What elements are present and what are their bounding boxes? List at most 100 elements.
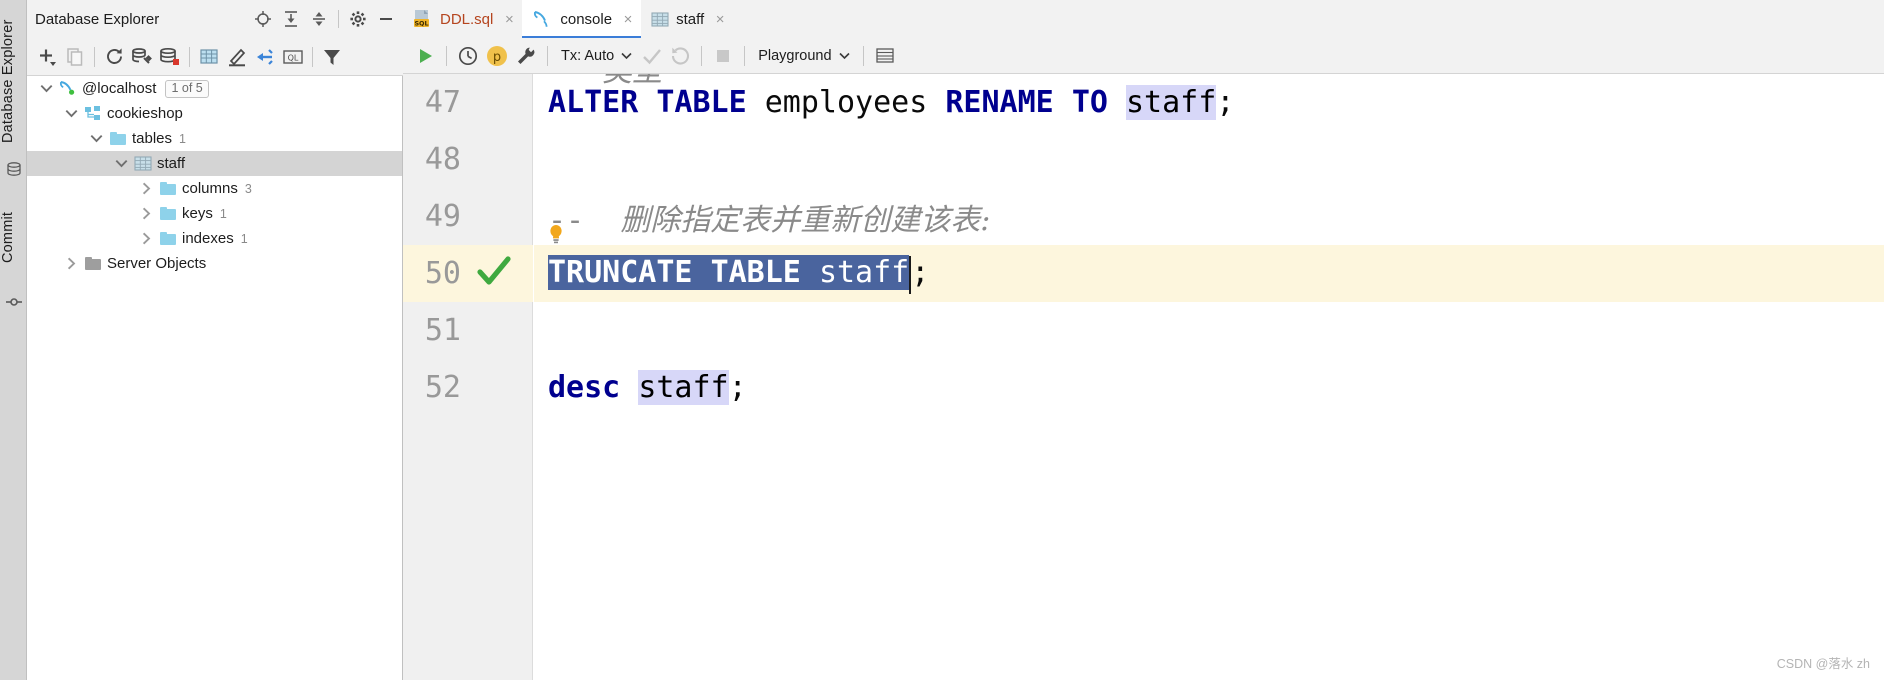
schema-selector-dropdown[interactable]: Playground (752, 48, 855, 64)
green-check-icon[interactable] (477, 256, 511, 291)
tree-twisty[interactable] (60, 101, 82, 126)
gutter-line-52[interactable]: 52 (403, 359, 533, 416)
code-line-50[interactable]: TRUNCATE TABLE staff; (534, 245, 1884, 302)
execute-icon[interactable] (411, 42, 439, 70)
chevron-right-icon[interactable] (67, 257, 76, 270)
copy-icon[interactable] (61, 43, 89, 71)
code-line-52[interactable]: desc staff; (534, 359, 1884, 416)
left-tool-strip: Database Explorer Commit (0, 0, 27, 680)
wrench-icon[interactable] (512, 42, 540, 70)
tree-twisty[interactable] (35, 76, 57, 101)
tree-node-keys[interactable]: keys 1 (27, 201, 402, 226)
tree-node-icon (57, 76, 79, 101)
code-token: ALTER (548, 85, 639, 120)
database-icon[interactable] (5, 160, 22, 177)
code-editor[interactable]: ALTER TABLE employees RENAME TO staff; --… (534, 74, 1884, 680)
code-line-51[interactable] (534, 302, 1884, 359)
code-token: ; (728, 370, 747, 405)
tree-node-localhost[interactable]: @localhost 1 of 5 (27, 76, 402, 101)
selected-text[interactable]: TRUNCATE TABLE staff (548, 255, 910, 290)
tree-twisty[interactable] (135, 201, 157, 226)
sql-file-icon: SQL (413, 9, 433, 29)
tree-node-cookieshop[interactable]: cookieshop (27, 101, 402, 126)
crosshair-locate-icon[interactable] (250, 6, 276, 32)
gutter-line-49[interactable]: 49 (403, 188, 533, 245)
edit-icon[interactable] (223, 43, 251, 71)
gutter-line-48[interactable]: 48 (403, 131, 533, 188)
tree-node-count: 1 (179, 131, 186, 146)
divider (701, 45, 703, 66)
close-icon[interactable]: × (713, 12, 727, 27)
folder-icon (160, 207, 176, 220)
code-token: 删除指定表并重新创建该表: (620, 202, 991, 238)
ql-console-icon[interactable]: QL (279, 43, 307, 71)
code-line-49[interactable]: -- 删除指定表并重新创建该表: (534, 188, 1884, 245)
panel-header-actions (250, 0, 399, 38)
stop-icon[interactable] (709, 42, 737, 70)
refresh-icon[interactable] (100, 43, 128, 71)
chevron-right-icon[interactable] (142, 182, 151, 195)
jump-to-code-icon[interactable] (251, 43, 279, 71)
filter-icon[interactable] (318, 43, 346, 71)
gutter-line-51[interactable]: 51 (403, 302, 533, 359)
tree-node-indexes[interactable]: indexes 1 (27, 226, 402, 251)
tree-twisty[interactable] (110, 151, 132, 176)
tx-mode-dropdown[interactable]: Tx: Auto (555, 48, 638, 64)
commit-check-icon[interactable] (638, 42, 666, 70)
table-editor-icon[interactable] (195, 43, 223, 71)
history-icon[interactable] (454, 42, 482, 70)
close-icon[interactable]: × (502, 12, 516, 27)
data-source-properties-icon[interactable] (128, 43, 156, 71)
tree-twisty[interactable] (135, 176, 157, 201)
code-line-48[interactable] (534, 131, 1884, 188)
app-window: Database Explorer Commit Database Explor… (0, 0, 1884, 680)
minimize-icon[interactable] (373, 6, 399, 32)
tree-node-staff[interactable]: staff (27, 151, 402, 176)
chevron-down-icon[interactable] (40, 84, 53, 93)
chevron-down-icon (621, 48, 632, 64)
editor-area: SQL DDL.sql × console × staff × p Tx: Auto (403, 0, 1884, 680)
strip-label-database-explorer[interactable]: Database Explorer (0, 6, 27, 156)
add-icon[interactable] (33, 43, 61, 71)
commit-node-icon[interactable] (5, 293, 22, 310)
database-explorer-panel: Database Explorer QL @localhost 1 of 5 c… (27, 0, 403, 680)
chevron-down-icon[interactable] (65, 109, 78, 118)
tree-twisty[interactable] (60, 251, 82, 276)
profile-icon[interactable]: p (482, 42, 512, 70)
chevron-right-icon[interactable] (142, 207, 151, 220)
code-token: TABLE (656, 85, 747, 120)
tree-node-server-objects[interactable]: Server Objects (27, 251, 402, 276)
tree-twisty[interactable] (135, 226, 157, 251)
tree-node-columns[interactable]: columns 3 (27, 176, 402, 201)
editor-tab-ddl-sql[interactable]: SQL DDL.sql × (403, 0, 522, 38)
svg-text:SQL: SQL (414, 20, 428, 28)
strip-label-commit[interactable]: Commit (0, 182, 27, 292)
rollback-icon[interactable] (666, 42, 694, 70)
database-tree[interactable]: @localhost 1 of 5 cookieshop tables 1 staff co… (27, 76, 402, 680)
collapse-all-icon[interactable] (306, 6, 332, 32)
table-icon (651, 11, 669, 27)
panel-title: Database Explorer (35, 10, 160, 28)
modify-datasource-icon[interactable] (156, 43, 184, 71)
editor-tab-staff[interactable]: staff × (641, 0, 733, 38)
editor-tab-console[interactable]: console × (522, 0, 642, 38)
gear-icon[interactable] (345, 6, 371, 32)
line-number: 51 (424, 313, 461, 348)
chevron-right-icon[interactable] (142, 232, 151, 245)
gutter-line-47[interactable]: 47 (403, 74, 533, 131)
chevron-down-icon[interactable] (115, 159, 128, 168)
close-icon[interactable]: × (621, 12, 635, 27)
output-pane-icon[interactable] (871, 42, 899, 70)
divider (547, 45, 548, 66)
tree-twisty[interactable] (85, 126, 107, 151)
line-number-gutter[interactable]: 47 48 49 50 51 52 (403, 74, 533, 680)
chevron-down-icon[interactable] (90, 134, 103, 143)
tree-node-tables[interactable]: tables 1 (27, 126, 402, 151)
svg-text:p: p (493, 50, 501, 65)
gutter-line-50[interactable]: 50 (403, 245, 533, 302)
tree-node-label: keys (182, 205, 213, 222)
expand-all-icon[interactable] (278, 6, 304, 32)
